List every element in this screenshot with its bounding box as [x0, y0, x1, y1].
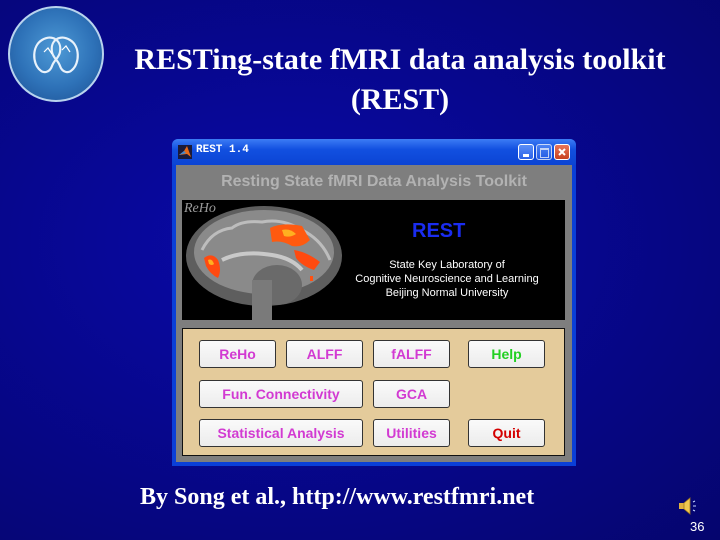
close-button[interactable]: [554, 144, 570, 160]
gca-button[interactable]: GCA: [373, 380, 450, 408]
alff-button[interactable]: ALFF: [286, 340, 363, 368]
maximize-button[interactable]: [536, 144, 552, 160]
matlab-icon: [178, 145, 192, 159]
brain-image-panel: ReHo REST State Key Laboratory of Cognit…: [182, 200, 565, 320]
maximize-icon: [540, 148, 549, 158]
slide-title-line-2: (REST): [350, 83, 450, 116]
help-button[interactable]: Help: [468, 340, 545, 368]
window-client-area: Resting State fMRI Data Analysis Toolkit…: [176, 165, 572, 462]
lab-line-2: Cognitive Neuroscience and Learning: [355, 273, 539, 285]
slide-title-line-1: RESTing-state fMRI data analysis toolkit: [134, 43, 666, 76]
brain-mri-image: [186, 206, 342, 320]
lab-logo-icon: [8, 6, 104, 102]
page-number: 36: [690, 519, 705, 534]
minimize-icon: [523, 154, 529, 157]
lab-line-1: State Key Laboratory of: [389, 259, 505, 271]
functional-connectivity-button[interactable]: Fun. Connectivity: [199, 380, 363, 408]
slide-title: RESTing-state fMRI data analysis toolkit…: [100, 40, 700, 120]
close-icon: [558, 148, 566, 156]
button-panel: ReHo ALFF fALFF Help Fun. Connectivity G…: [182, 328, 565, 456]
rest-logo-text: REST: [412, 220, 466, 242]
reho-overlay-label: ReHo: [184, 201, 216, 216]
lab-line-3: Beijing Normal University: [385, 287, 509, 299]
statistical-analysis-button[interactable]: Statistical Analysis: [199, 419, 363, 447]
falff-button[interactable]: fALFF: [373, 340, 450, 368]
slide-byline: By Song et al., http://www.restfmri.net: [140, 484, 535, 510]
minimize-button[interactable]: [518, 144, 534, 160]
quit-button[interactable]: Quit: [468, 419, 545, 447]
window-title: REST 1.4: [196, 144, 249, 156]
rest-window: REST 1.4 Resting State fMRI Data Analysi…: [172, 139, 576, 466]
toolkit-heading: Resting State fMRI Data Analysis Toolkit: [221, 173, 527, 190]
speaker-icon[interactable]: [678, 496, 700, 516]
window-titlebar[interactable]: REST 1.4: [172, 139, 576, 165]
reho-button[interactable]: ReHo: [199, 340, 276, 368]
utilities-button[interactable]: Utilities: [373, 419, 450, 447]
